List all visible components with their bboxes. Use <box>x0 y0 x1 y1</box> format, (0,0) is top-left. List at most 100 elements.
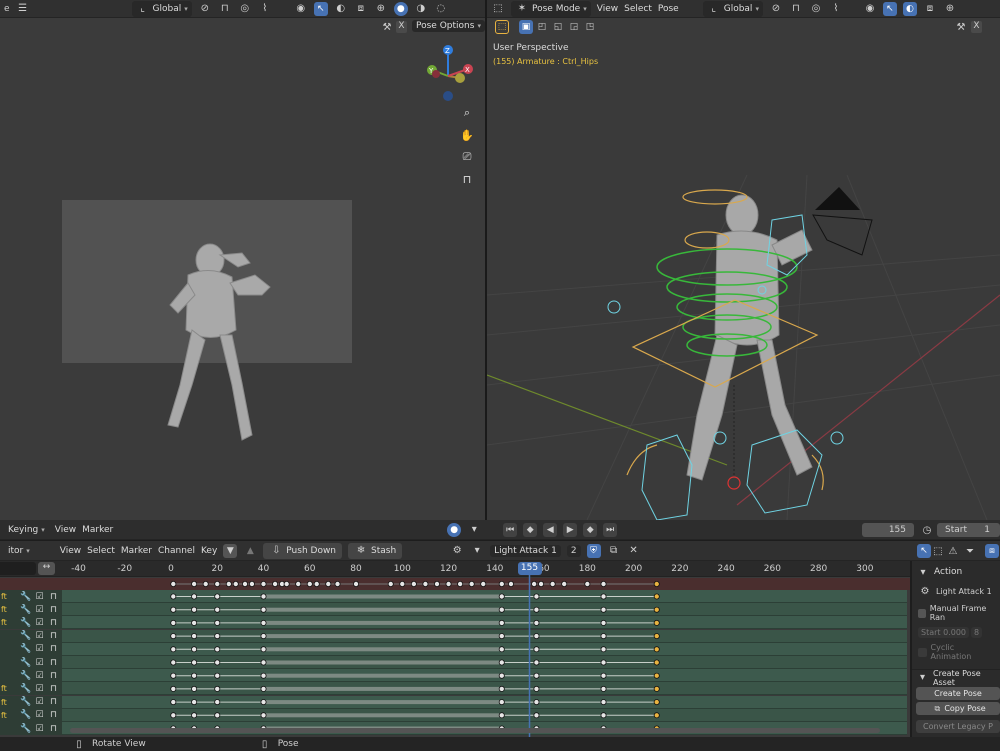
channel-keyframe[interactable] <box>214 606 221 613</box>
falloff-icon[interactable]: ⌇ <box>829 2 843 16</box>
hamburger-menu-icon[interactable]: ☰ <box>16 2 30 16</box>
copy-pose-button[interactable]: ⧉ Copy Pose <box>916 702 1000 715</box>
action-menu-select[interactable]: Select <box>87 546 115 556</box>
channel-keyframe[interactable] <box>653 659 660 666</box>
summary-keyframe[interactable] <box>653 580 660 587</box>
channel-keyframe[interactable] <box>498 712 505 719</box>
proportional-edit-icon[interactable]: ◎ <box>238 2 252 16</box>
channel-keyframe[interactable] <box>260 646 267 653</box>
channel-keyframe[interactable] <box>214 699 221 706</box>
channel-keyframe[interactable] <box>191 619 198 626</box>
channel-keyframe[interactable] <box>600 619 607 626</box>
close-button-right[interactable]: X <box>971 21 982 33</box>
summary-keyframe[interactable] <box>433 580 440 587</box>
select-intersect-icon[interactable]: ◳ <box>583 20 597 34</box>
channel-keyframe[interactable] <box>170 606 177 613</box>
summary-keyframe[interactable] <box>313 580 320 587</box>
tool-select-icon[interactable]: ⬚ <box>495 20 509 34</box>
summary-keyframe[interactable] <box>468 580 475 587</box>
viewport-scene[interactable] <box>487 35 1000 520</box>
channel-keyframe[interactable] <box>653 685 660 692</box>
channel-keyframe[interactable] <box>498 646 505 653</box>
channel-hold-block[interactable] <box>263 647 502 652</box>
channel-keyframe[interactable] <box>260 699 267 706</box>
xray-icon[interactable]: ⧈ <box>354 2 368 16</box>
summary-keyframe[interactable] <box>334 580 341 587</box>
show-hidden-icon[interactable]: ⬚ <box>931 544 945 558</box>
summary-keyframe[interactable] <box>272 580 279 587</box>
channel-keyframe[interactable] <box>214 633 221 640</box>
convert-legacy-button[interactable]: Convert Legacy P <box>916 720 1000 733</box>
channel-keyframe[interactable] <box>600 646 607 653</box>
channel-keyframe[interactable] <box>600 672 607 679</box>
channel-keyframe[interactable] <box>498 659 505 666</box>
channel-keyframe[interactable] <box>191 593 198 600</box>
summary-keyframe[interactable] <box>191 580 198 587</box>
summary-keyframe[interactable] <box>202 580 209 587</box>
channel-keyframe[interactable] <box>533 633 540 640</box>
layer-up-icon[interactable]: ▲ <box>243 544 257 558</box>
start-frame-field[interactable]: Start 1 <box>937 523 1000 537</box>
channel-keyframe[interactable] <box>533 619 540 626</box>
channel-hold-block[interactable] <box>263 607 502 612</box>
overlay-icon[interactable]: ◐ <box>334 2 348 16</box>
action-users-count[interactable]: 2 <box>566 544 581 557</box>
channel-keyframe[interactable] <box>600 712 607 719</box>
channel-keyframe[interactable] <box>170 699 177 706</box>
channel-keyframe[interactable] <box>214 659 221 666</box>
summary-keyframe[interactable] <box>584 580 591 587</box>
pan-hand-icon[interactable]: ✋ <box>458 126 476 144</box>
channel-keyframe[interactable] <box>498 685 505 692</box>
snap-icon[interactable]: ⊓ <box>789 2 803 16</box>
editor-mode-dropdown[interactable]: itor ▾ <box>4 545 34 557</box>
channel-keyframe[interactable] <box>170 659 177 666</box>
channel-keyframe[interactable] <box>191 699 198 706</box>
summary-keyframe[interactable] <box>387 580 394 587</box>
summary-keyframe[interactable] <box>457 580 464 587</box>
unlink-x-icon[interactable]: ✕ <box>627 544 641 558</box>
orientation-dropdown-right[interactable]: ⌞ Global ▾ <box>702 0 763 17</box>
summary-keyframe[interactable] <box>480 580 487 587</box>
camera-icon[interactable]: ⎚ <box>458 148 476 166</box>
pivot-icon[interactable]: ⊘ <box>769 2 783 16</box>
channel-hold-block[interactable] <box>263 713 502 718</box>
falloff-icon[interactable]: ⌇ <box>258 2 272 16</box>
channel-keyframe[interactable] <box>498 619 505 626</box>
wireframe-shading-icon[interactable]: ⊕ <box>374 2 388 16</box>
pin-icon[interactable]: ⚒ <box>380 20 394 34</box>
play-icon[interactable]: ▶ <box>563 522 578 537</box>
manual-range-row[interactable]: Manual Frame Ran <box>912 602 1000 624</box>
next-keyframe-icon[interactable]: ◆ <box>583 522 598 537</box>
keyframes-layer[interactable] <box>0 561 910 738</box>
channel-keyframe[interactable] <box>191 659 198 666</box>
channel-keyframe[interactable] <box>653 619 660 626</box>
sidebar-action-row[interactable]: ⚙ Light Attack 1 <box>912 580 1000 602</box>
summary-keyframe[interactable] <box>549 580 556 587</box>
material-shading-icon[interactable]: ◑ <box>414 2 428 16</box>
xray-icon[interactable]: ⧈ <box>923 2 937 16</box>
summary-keyframe[interactable] <box>325 580 332 587</box>
channel-keyframe[interactable] <box>260 633 267 640</box>
keying-dropdown[interactable]: Keying ▾ <box>4 524 49 536</box>
cyclic-checkbox[interactable] <box>918 647 927 657</box>
record-toggle-button[interactable]: ● <box>447 522 462 537</box>
dopesheet-area[interactable]: ↔ -40-2002040608010012014016018020022024… <box>0 561 910 738</box>
channel-keyframe[interactable] <box>191 685 198 692</box>
layer-down-icon[interactable]: ▼ <box>223 543 238 558</box>
channel-keyframe[interactable] <box>260 672 267 679</box>
channel-keyframe[interactable] <box>498 699 505 706</box>
manual-range-checkbox[interactable] <box>918 608 926 618</box>
channel-keyframe[interactable] <box>170 672 177 679</box>
channel-keyframe[interactable] <box>653 699 660 706</box>
channel-keyframe[interactable] <box>191 646 198 653</box>
channel-keyframe[interactable] <box>533 685 540 692</box>
mode-dropdown[interactable]: ✶ Pose Mode ▾ <box>511 0 591 17</box>
channel-keyframe[interactable] <box>191 672 198 679</box>
channel-keyframe[interactable] <box>260 685 267 692</box>
summary-keyframe[interactable] <box>561 580 568 587</box>
wireframe-shading-icon[interactable]: ⊕ <box>943 2 957 16</box>
horizontal-scrollbar[interactable] <box>70 728 880 733</box>
render-shading-icon[interactable]: ◌ <box>434 2 448 16</box>
push-down-button[interactable]: ⇩ Push Down <box>263 542 343 559</box>
create-pose-button[interactable]: Create Pose <box>916 687 1000 700</box>
